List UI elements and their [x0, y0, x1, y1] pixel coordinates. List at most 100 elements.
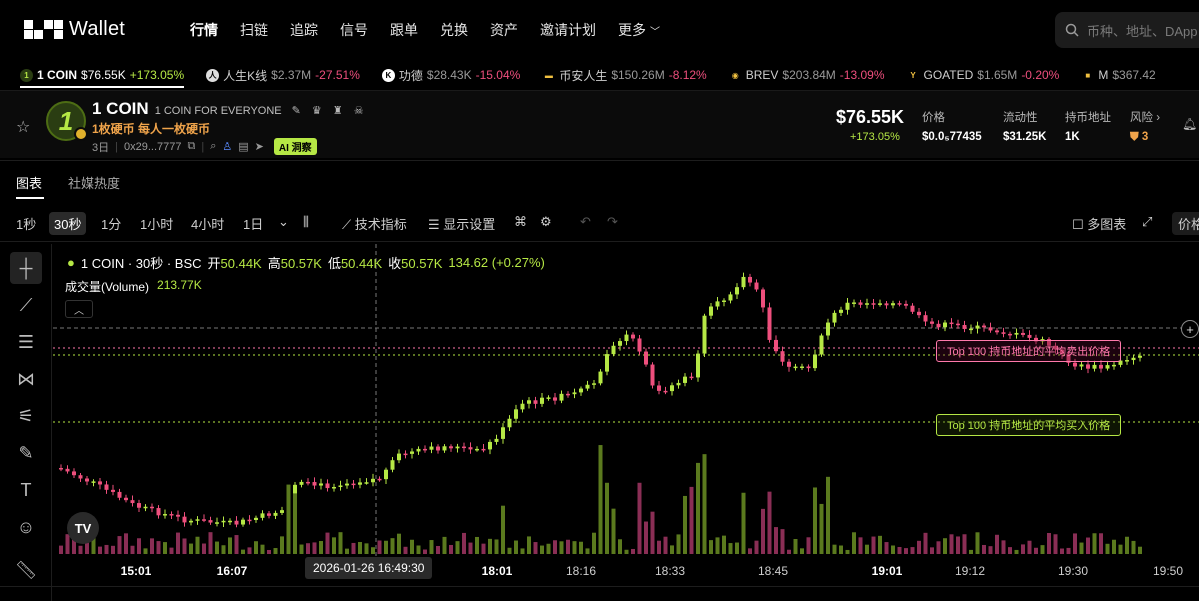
- display-settings-button[interactable]: ☰ 显示设置: [428, 214, 495, 233]
- fullscreen-icon[interactable]: ⤢: [1142, 214, 1152, 230]
- volume-bar: [390, 538, 395, 554]
- okx-wallet-logo[interactable]: Wallet: [24, 18, 125, 41]
- nav-item-assets[interactable]: 资产: [490, 20, 518, 40]
- ticker-token-icon: ▬: [542, 68, 556, 82]
- token-name-row: 1 COIN 1 COIN FOR EVERYONE ✎ ♛ ♜ ☠: [92, 99, 368, 119]
- volume-bar: [384, 540, 388, 554]
- fib-tool-icon[interactable]: ⚟: [10, 400, 42, 432]
- candle-body: [208, 520, 213, 523]
- volume-bar: [891, 545, 895, 554]
- nav-item-market[interactable]: 行情: [190, 20, 218, 40]
- candle-body: [657, 385, 661, 391]
- ticker-item[interactable]: Y GOATED $1.65M -0.20%: [906, 68, 1059, 82]
- brush-tool-icon[interactable]: ✎: [10, 437, 42, 469]
- ticker-item[interactable]: 人人生K线 $2.37M -27.51%: [206, 67, 360, 84]
- candle-body: [1021, 332, 1025, 335]
- interval-1m[interactable]: 1分: [101, 214, 121, 233]
- nav-item-signal[interactable]: 信号: [340, 20, 368, 40]
- interval-dropdown-icon[interactable]: ⌄: [278, 214, 289, 230]
- nav-item-scan[interactable]: 扫链: [240, 20, 268, 40]
- add-alert-plus-icon[interactable]: +: [1181, 320, 1199, 338]
- search-input[interactable]: 币种、地址、DApp: [1055, 12, 1199, 48]
- price-toggle[interactable]: 价格: [1172, 212, 1199, 235]
- interval-1d[interactable]: 1日: [243, 214, 263, 233]
- bell-icon[interactable]: 🔔︎: [1182, 117, 1197, 131]
- candle-type-icon[interactable]: ⫼: [303, 214, 309, 230]
- token-social-icons[interactable]: ✎ ♛ ♜ ☠: [292, 104, 368, 117]
- candle-body: [1008, 333, 1012, 336]
- nav-item-copytrade[interactable]: 跟单: [390, 20, 418, 40]
- favorite-star-icon[interactable]: ☆: [16, 117, 30, 137]
- indicators-button[interactable]: ⟋ 技术指标: [342, 214, 407, 233]
- volume-bar: [585, 548, 590, 554]
- collapse-legend-button[interactable]: ︿: [65, 300, 93, 318]
- interval-1s[interactable]: 1秒: [16, 214, 36, 233]
- website-icon[interactable]: ▤: [238, 140, 248, 153]
- ticker-item[interactable]: K 功德 $28.43K -15.04%: [381, 67, 520, 84]
- ticker-item[interactable]: ▬ 币安人生 $150.26M -8.12%: [542, 67, 707, 84]
- candle-body: [241, 519, 245, 525]
- candle-body: [351, 483, 356, 486]
- crosshair-tool-icon[interactable]: ┼: [10, 252, 42, 284]
- candle-body: [540, 397, 544, 404]
- tab-social[interactable]: 社媒热度: [68, 173, 120, 192]
- gear-icon[interactable]: ⚙: [540, 214, 552, 230]
- ticker-item[interactable]: ◉ BREV $203.84M -13.09%: [728, 68, 885, 82]
- token-price-change: +173.05%: [850, 131, 900, 143]
- candle-body: [689, 376, 694, 379]
- text-tool-icon[interactable]: T: [10, 474, 42, 506]
- emoji-tool-icon[interactable]: ☺: [10, 511, 42, 543]
- ticker-item[interactable]: ■ M $367.42: [1081, 68, 1159, 82]
- nav-item-invite[interactable]: 邀请计划: [540, 20, 596, 40]
- redo-icon[interactable]: ↷: [607, 214, 618, 230]
- ticker-change: -27.51%: [315, 68, 360, 82]
- volume-bar: [832, 544, 837, 554]
- interval-30s[interactable]: 30秒: [49, 212, 87, 235]
- candle-body: [358, 482, 362, 485]
- ticker-item[interactable]: 1 1 COIN $76.55K +173.05%: [20, 68, 185, 88]
- volume-bar: [605, 482, 609, 554]
- tab-chart[interactable]: 图表: [16, 173, 42, 192]
- interval-4h[interactable]: 4小时: [191, 214, 224, 233]
- ticker-price: $76.55K: [81, 68, 126, 82]
- nav-item-track[interactable]: 追踪: [290, 20, 318, 40]
- multi-chart-button[interactable]: ☐ 多图表: [1072, 214, 1126, 233]
- user-icon[interactable]: ♙: [222, 140, 232, 153]
- volume-bar: [579, 541, 583, 554]
- volume-bar: [826, 476, 830, 554]
- copy-icon[interactable]: ⧉: [187, 140, 195, 153]
- candle-body: [611, 345, 616, 355]
- trendline-tool-icon[interactable]: ⟋: [10, 289, 42, 321]
- candle-body: [631, 334, 635, 339]
- volume-bar: [819, 503, 824, 554]
- ai-insight-badge[interactable]: AI 洞察: [273, 138, 317, 155]
- stat-risk[interactable]: 风险 › ⛊ 3: [1130, 109, 1160, 144]
- price-chart[interactable]: ● 1 COIN · 30秒 · BSC 开50.44K 高50.57K 低50…: [53, 244, 1199, 556]
- volume-bar: [351, 542, 356, 554]
- candle-body: [429, 446, 434, 450]
- screenshot-icon[interactable]: ⌘: [514, 214, 527, 230]
- search-small-icon[interactable]: ⌕: [210, 140, 216, 153]
- pattern-tool-icon[interactable]: ⋈: [10, 363, 42, 395]
- ticker-price: $367.42: [1112, 68, 1156, 82]
- volume-bar: [1079, 542, 1084, 554]
- token-cn-name: 1枚硬币 每人一枚硬币: [92, 122, 211, 136]
- volume-bar: [267, 549, 271, 554]
- volume-bar: [117, 536, 122, 554]
- horizontal-lines-tool-icon[interactable]: ☰: [10, 326, 42, 358]
- volume-bar: [793, 539, 798, 554]
- interval-1h[interactable]: 1小时: [140, 214, 173, 233]
- ruler-tool-icon[interactable]: 📏︎: [10, 554, 42, 586]
- candle-body: [956, 323, 960, 326]
- token-address[interactable]: 0x29...7777: [124, 141, 182, 153]
- settings-list-icon: ☰: [428, 217, 444, 232]
- undo-icon[interactable]: ↶: [580, 214, 591, 230]
- volume-bar: [988, 546, 993, 554]
- tradingview-logo[interactable]: TV: [67, 512, 99, 544]
- nav-item-swap[interactable]: 兑换: [440, 20, 468, 40]
- volume-bar: [1066, 547, 1071, 554]
- nav-item-more[interactable]: 更多 ﹀: [618, 20, 660, 40]
- telegram-icon[interactable]: ➤: [255, 140, 264, 153]
- candle-body: [423, 448, 427, 451]
- volume-bar: [936, 541, 941, 554]
